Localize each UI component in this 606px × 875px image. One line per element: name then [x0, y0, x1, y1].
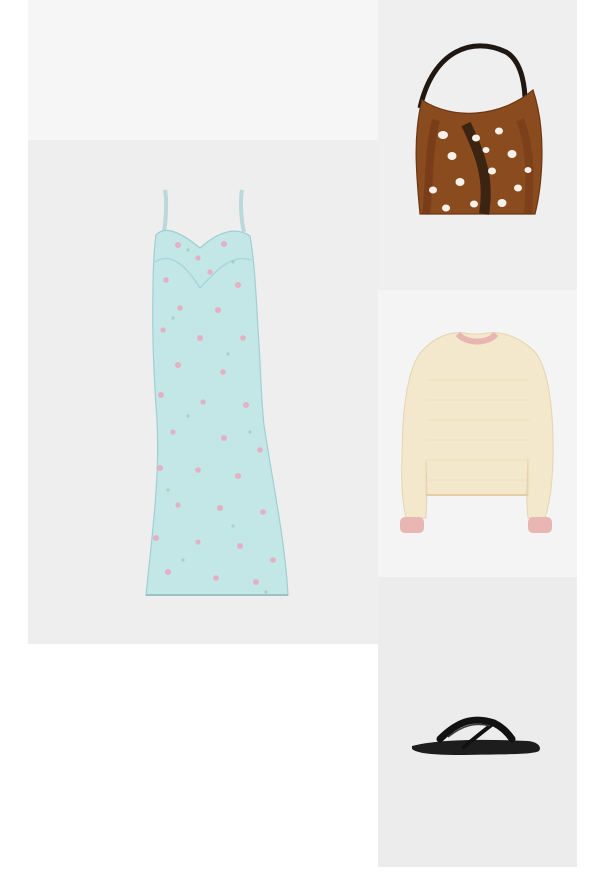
sweatshirt-image [400, 331, 554, 533]
top-left-background [28, 0, 378, 140]
bag-image [415, 43, 543, 215]
bag-panel[interactable] [378, 0, 577, 290]
sandal-image [412, 716, 540, 755]
sweatshirt-panel[interactable] [378, 290, 577, 577]
dress-image [145, 189, 289, 596]
sandal-panel[interactable] [378, 577, 577, 867]
dress-panel[interactable] [28, 140, 378, 644]
bottom-left-background [28, 644, 378, 875]
